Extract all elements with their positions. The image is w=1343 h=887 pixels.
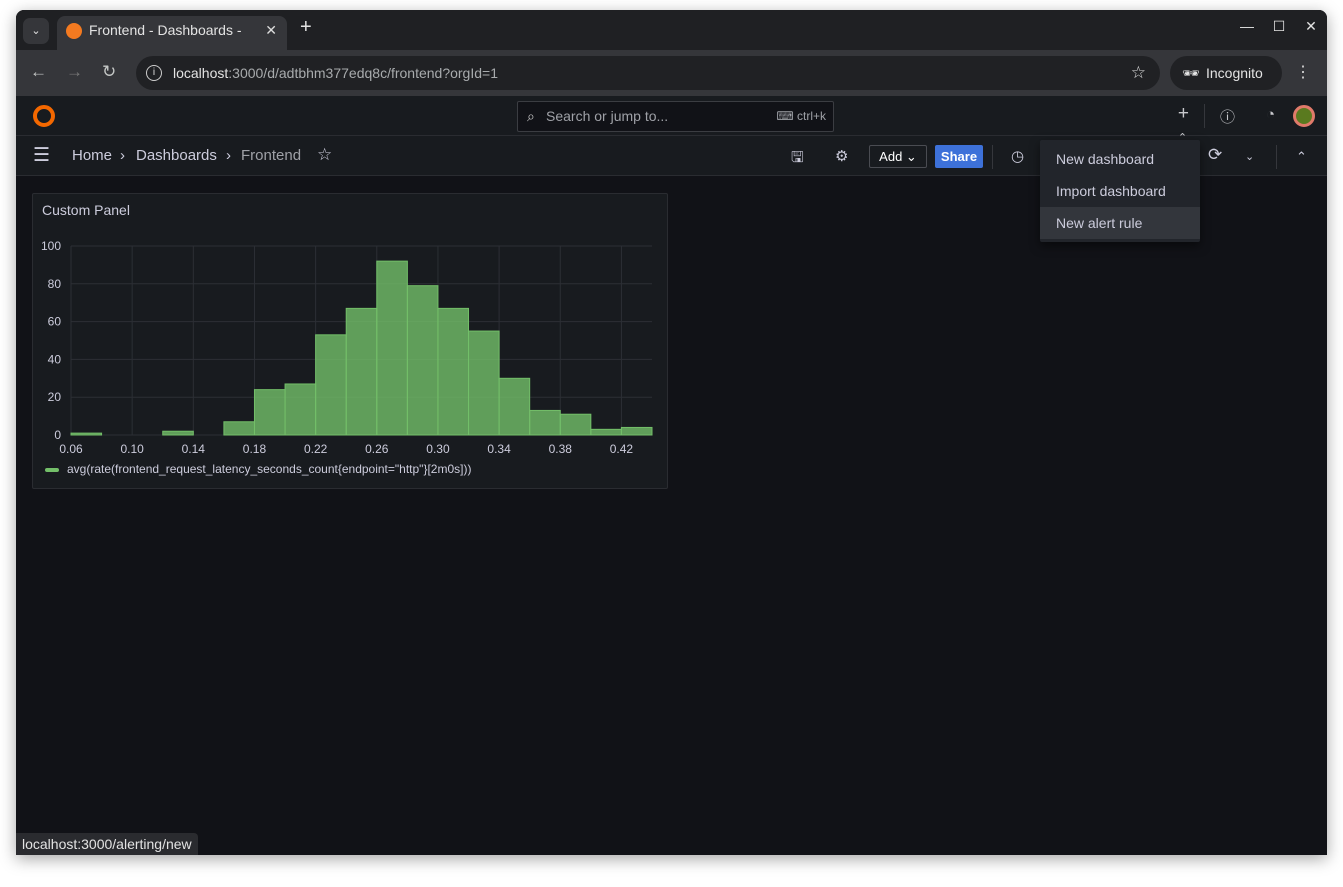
- grafana-favicon-icon: [66, 23, 82, 39]
- favorite-star-icon[interactable]: ☆: [317, 145, 332, 165]
- breadcrumb-current: Frontend: [241, 147, 302, 164]
- browser-window: ⌄ Frontend - Dashboards - ✕ + — ☐ ✕ ← → ↻ …: [16, 10, 1327, 855]
- settings-gear-icon[interactable]: ⚙: [835, 147, 848, 165]
- x-tick-label: 0.26: [365, 442, 389, 456]
- y-tick-label: 60: [48, 315, 62, 329]
- y-tick-label: 100: [41, 239, 61, 253]
- histogram-bar: [284, 383, 317, 436]
- divider: [992, 145, 993, 169]
- x-tick-label: 0.22: [304, 442, 328, 456]
- incognito-button[interactable]: 🕶 Incognito: [1170, 56, 1282, 90]
- x-tick-label: 0.42: [610, 442, 634, 456]
- menu-hamburger-icon[interactable]: ☰: [33, 144, 50, 167]
- y-tick-label: 0: [54, 428, 61, 442]
- share-button[interactable]: Share: [935, 145, 983, 168]
- shortcut-hint: ⌨ ctrl+k: [776, 109, 826, 123]
- x-tick-label: 0.14: [182, 442, 206, 456]
- news-feed-icon[interactable]: ◔: [1266, 106, 1275, 123]
- histogram-bar: [437, 307, 470, 436]
- y-tick-label: 20: [48, 390, 62, 404]
- breadcrumb-dashboards[interactable]: Dashboards: [136, 147, 217, 164]
- back-icon[interactable]: ←: [30, 62, 47, 82]
- divider: [1204, 104, 1205, 128]
- x-tick-label: 0.38: [549, 442, 573, 456]
- x-tick-label: 0.10: [120, 442, 144, 456]
- refresh-interval-chevron-icon[interactable]: ⌄: [1245, 150, 1254, 163]
- new-dropdown-menu: New dashboard Import dashboard New alert…: [1040, 140, 1200, 242]
- help-icon[interactable]: ⓘ: [1220, 106, 1235, 127]
- x-tick-label: 0.30: [426, 442, 450, 456]
- url-input[interactable]: i localhost:3000/d/adtbhm377edq8c/fronte…: [136, 56, 1160, 90]
- breadcrumb-separator: ›: [120, 147, 125, 164]
- histogram-bar: [620, 426, 653, 436]
- avatar[interactable]: [1293, 105, 1315, 127]
- minimize-icon[interactable]: —: [1231, 18, 1263, 34]
- x-tick-label: 0.18: [243, 442, 267, 456]
- add-button[interactable]: Add ⌄: [869, 145, 927, 168]
- browser-tab[interactable]: Frontend - Dashboards - ✕: [57, 16, 287, 50]
- status-bar-url: localhost:3000/alerting/new: [16, 833, 198, 855]
- histogram-bar: [223, 421, 255, 436]
- close-tab-icon[interactable]: ✕: [265, 16, 277, 44]
- legend-item[interactable]: avg(rate(frontend_request_latency_second…: [45, 462, 471, 476]
- shortcut-text: ctrl+k: [796, 109, 826, 123]
- histogram-bar: [70, 432, 103, 436]
- tab-title: Frontend - Dashboards -: [89, 22, 242, 38]
- x-tick-label: 0.06: [59, 442, 83, 456]
- tab-search-button[interactable]: ⌄: [23, 18, 49, 44]
- address-bar-row: ← → ↻ i localhost:3000/d/adtbhm377edq8c/…: [16, 50, 1327, 96]
- histogram-bar: [376, 260, 408, 436]
- menu-item-import-dashboard[interactable]: Import dashboard: [1040, 175, 1200, 207]
- new-tab-button[interactable]: +: [300, 16, 312, 39]
- histogram-bar: [253, 389, 286, 436]
- menu-item-new-dashboard[interactable]: New dashboard: [1040, 143, 1200, 175]
- breadcrumb-separator: ›: [226, 147, 231, 164]
- browser-menu-icon[interactable]: ⋮: [1295, 62, 1311, 82]
- histogram-bar: [498, 377, 531, 436]
- grafana-topbar: ⌕ Search or jump to... ⌨ ctrl+k + ⌃ ⓘ ◔: [16, 96, 1327, 144]
- menu-item-new-alert-rule[interactable]: New alert rule: [1040, 207, 1200, 239]
- histogram-bar: [590, 428, 622, 436]
- refresh-icon[interactable]: ⟳: [1208, 145, 1222, 165]
- bookmark-star-icon[interactable]: ☆: [1131, 56, 1146, 90]
- histogram-bar: [162, 430, 194, 436]
- histogram-bar: [529, 409, 561, 436]
- tab-strip: ⌄ Frontend - Dashboards - ✕ + — ☐ ✕: [16, 10, 1327, 50]
- collapse-chevron-up-icon[interactable]: ⌃: [1296, 149, 1307, 165]
- incognito-label: Incognito: [1206, 65, 1263, 81]
- search-placeholder: Search or jump to...: [546, 108, 669, 124]
- legend-label: avg(rate(frontend_request_latency_second…: [67, 462, 472, 476]
- x-tick-label: 0.34: [487, 442, 511, 456]
- histogram-chart: 0 20 40 60 80 100 0.06 0.10 0.14 0.18 0.22 0.26 0.30…: [41, 239, 653, 456]
- forward-icon[interactable]: →: [66, 62, 83, 82]
- search-icon: ⌕: [527, 108, 535, 124]
- url-path: :3000/d/adtbhm377edq8c/frontend?orgId=1: [228, 65, 498, 81]
- divider: [1276, 145, 1277, 169]
- reload-icon[interactable]: ↻: [102, 62, 116, 82]
- maximize-icon[interactable]: ☐: [1263, 18, 1295, 35]
- search-input[interactable]: ⌕ Search or jump to... ⌨ ctrl+k: [517, 101, 834, 132]
- incognito-icon: 🕶: [1182, 65, 1200, 81]
- y-tick-label: 80: [48, 277, 62, 291]
- histogram-bar: [468, 330, 500, 436]
- time-picker-clock-icon[interactable]: ◷: [1011, 147, 1024, 165]
- histogram-bar: [559, 413, 592, 436]
- close-window-icon[interactable]: ✕: [1295, 18, 1327, 35]
- legend-swatch: [45, 467, 59, 472]
- save-icon[interactable]: 🖫: [791, 147, 804, 172]
- breadcrumb-home[interactable]: Home: [72, 147, 112, 164]
- histogram-bar: [406, 285, 439, 436]
- site-info-icon[interactable]: i: [146, 65, 162, 81]
- y-tick-label: 40: [48, 352, 62, 366]
- histogram-bar: [345, 307, 378, 436]
- custom-panel[interactable]: Custom Panel 0 20 40 60 80 100 0.06 0.10 0.14 0.1…: [32, 193, 668, 489]
- histogram-bar: [315, 334, 347, 436]
- grafana-logo-icon[interactable]: [33, 105, 55, 127]
- url-host: localhost: [173, 65, 229, 81]
- add-label: Add: [879, 149, 903, 164]
